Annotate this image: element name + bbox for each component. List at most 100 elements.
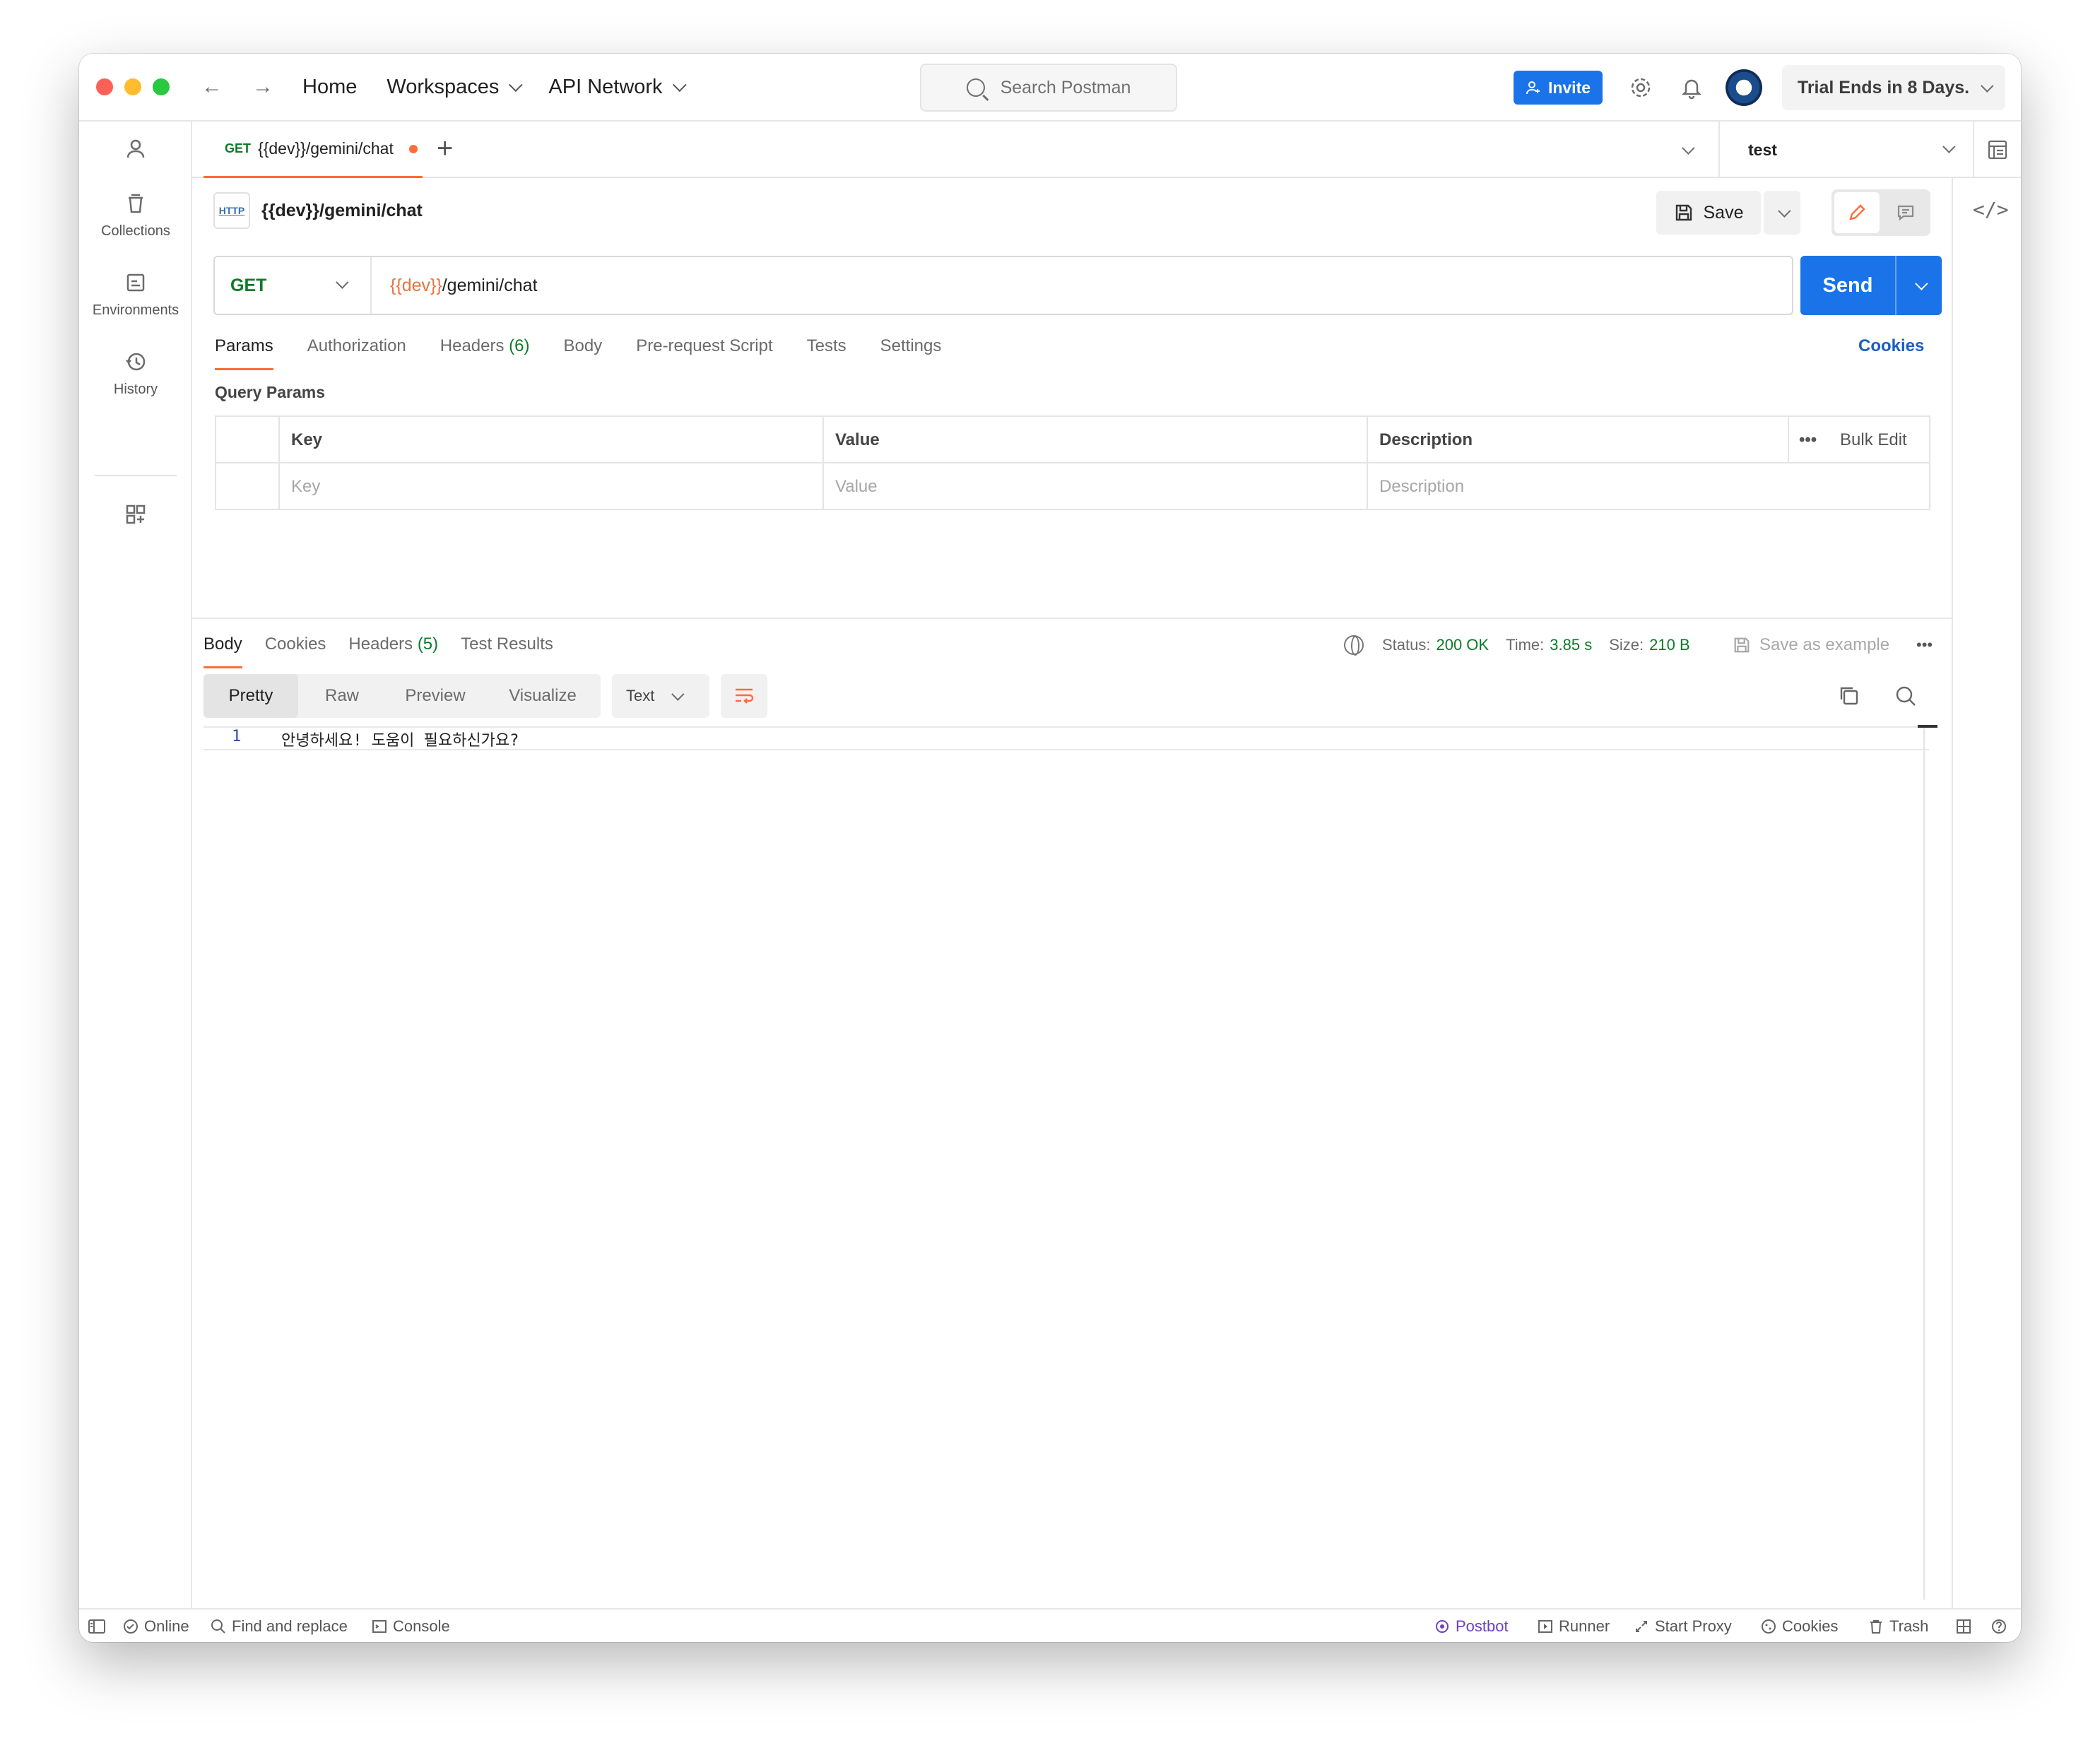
value-field[interactable]: Value [822,463,1367,510]
sidebar-item-apps[interactable] [79,503,192,534]
response-more-icon[interactable]: ••• [1916,627,1933,663]
editor-scrollbar-thumb[interactable] [1918,725,1937,728]
start-proxy-button[interactable]: Start Proxy [1634,1610,1732,1642]
view-visualize[interactable]: Visualize [485,674,601,718]
key-field[interactable]: Key [278,463,822,510]
response-tab-headers[interactable]: Headers (5) [348,625,438,668]
save-example-label: Save as example [1759,635,1890,654]
trial-dropdown[interactable]: Trial Ends in 8 Days. [1782,65,2005,110]
request-name[interactable]: {{dev}}/gemini/chat [261,201,423,221]
tab-params[interactable]: Params [215,331,273,370]
request-title: HTTP {{dev}}/gemini/chat [213,192,423,229]
editor-scrollbar[interactable] [1923,726,1925,1600]
cookies-link[interactable]: Cookies [1858,336,1924,356]
save-button[interactable]: Save [1656,191,1761,235]
method-select[interactable]: GET [215,257,372,314]
history-nav: ← → [201,75,274,99]
sidebar-item-label: History [113,382,158,397]
wrap-lines-icon[interactable] [721,674,767,718]
tab-body[interactable]: Body [564,331,603,370]
response-tab-cookies[interactable]: Cookies [265,625,326,668]
description-field[interactable]: Description [1367,463,1929,510]
tab-authorization[interactable]: Authorization [307,331,406,370]
view-pretty[interactable]: Pretty [203,674,298,718]
close-window-button[interactable] [96,78,113,95]
trash-icon [1870,1620,1882,1634]
environment-name: test [1748,140,1777,159]
new-tab-plus-icon[interactable]: + [437,134,453,163]
response-tab-test-results[interactable]: Test Results [461,625,553,668]
trash-button[interactable]: Trash [1868,1610,1928,1642]
response-body-editor[interactable]: 1 안녕하세요! 도움이 필요하신가요? [203,726,1940,1600]
status-value[interactable]: 200 OK [1436,636,1489,654]
request-tab[interactable]: GET {{dev}}/gemini/chat [203,122,423,178]
maximize-window-button[interactable] [153,78,170,95]
tabs-overflow-chevron-icon[interactable] [1682,141,1695,155]
notifications-bell-icon[interactable] [1677,73,1706,102]
send-button[interactable]: Send [1800,256,1942,315]
column-value: Value [822,417,1367,463]
response-meta: Status: 200 OK Time: 3.85 s Size: 210 B [1344,627,1690,663]
globe-icon[interactable] [1344,635,1364,656]
copy-icon[interactable] [1837,684,1861,708]
sidebar-item-account[interactable] [79,137,192,168]
find-and-replace-button[interactable]: Find and replace [211,1610,348,1642]
response-tab-body[interactable]: Body [203,625,242,668]
time-value[interactable]: 3.85 s [1550,636,1592,654]
tab-headers[interactable]: Headers (6) [440,331,530,370]
size-value[interactable]: 210 B [1649,636,1690,654]
bulk-edit-button[interactable]: Bulk Edit [1840,417,1907,463]
cookies-status-button[interactable]: Cookies [1761,1610,1838,1642]
layout-toggle-icon[interactable] [1956,1610,1971,1642]
size-label: Size: [1609,636,1644,654]
toggle-sidebar-icon[interactable] [88,1610,106,1642]
chevron-down-icon [336,276,349,289]
runner-button[interactable]: Runner [1538,1610,1610,1642]
postbot-label: Postbot [1456,1617,1509,1635]
help-icon[interactable] [1991,1610,2007,1642]
code-snippet-icon[interactable]: </> [1973,198,2009,221]
sidebar-divider [95,475,177,476]
tab-tests[interactable]: Tests [807,331,847,370]
console-button[interactable]: Console [372,1610,450,1642]
save-options-button[interactable] [1764,191,1800,235]
sidebar-item-collections[interactable]: Collections [79,192,192,240]
tab-pre-request-script[interactable]: Pre-request Script [636,331,772,370]
environment-quick-look-icon[interactable] [1973,122,2021,178]
url-input[interactable]: {{dev}}/gemini/chat [372,276,538,296]
save-as-example-button[interactable]: Save as example [1733,627,1889,663]
view-preview[interactable]: Preview [386,674,485,718]
comment-icon[interactable] [1884,192,1928,233]
avatar[interactable] [1726,69,1762,106]
nav-api-network[interactable]: API Network [548,76,687,99]
postbot-button[interactable]: Postbot [1434,1610,1509,1642]
chevron-down-icon [671,687,685,701]
trash-label: Trash [1889,1617,1929,1635]
response-divider[interactable] [192,618,1952,619]
edit-comment-toggle [1831,189,1930,236]
more-options-icon[interactable]: ••• [1799,417,1817,463]
nav-workspaces[interactable]: Workspaces [387,76,524,99]
tab-settings[interactable]: Settings [880,331,942,370]
send-options-button[interactable] [1897,276,1942,290]
format-select[interactable]: Text [612,674,709,718]
search-icon[interactable] [1894,684,1918,708]
environment-selector[interactable]: test [1718,122,1973,178]
edit-pencil-icon[interactable] [1834,192,1880,233]
online-status[interactable]: Online [123,1610,189,1642]
save-icon [1675,204,1692,221]
forward-arrow-icon[interactable]: → [252,75,274,99]
back-arrow-icon[interactable]: ← [201,75,223,99]
sidebar-item-environments[interactable]: Environments [79,271,192,319]
window-controls [96,78,170,95]
invite-button[interactable]: Invite [1514,71,1603,105]
view-raw[interactable]: Raw [298,674,386,718]
sidebar-item-history[interactable]: History [79,350,192,398]
tab-method: GET [225,141,252,155]
search-input[interactable]: Search Postman [920,64,1177,112]
url-bar: GET {{dev}}/gemini/chat [213,256,1793,315]
method-label: GET [230,275,267,295]
nav-home[interactable]: Home [302,76,357,99]
settings-gear-icon[interactable] [1627,73,1655,102]
minimize-window-button[interactable] [124,78,141,95]
